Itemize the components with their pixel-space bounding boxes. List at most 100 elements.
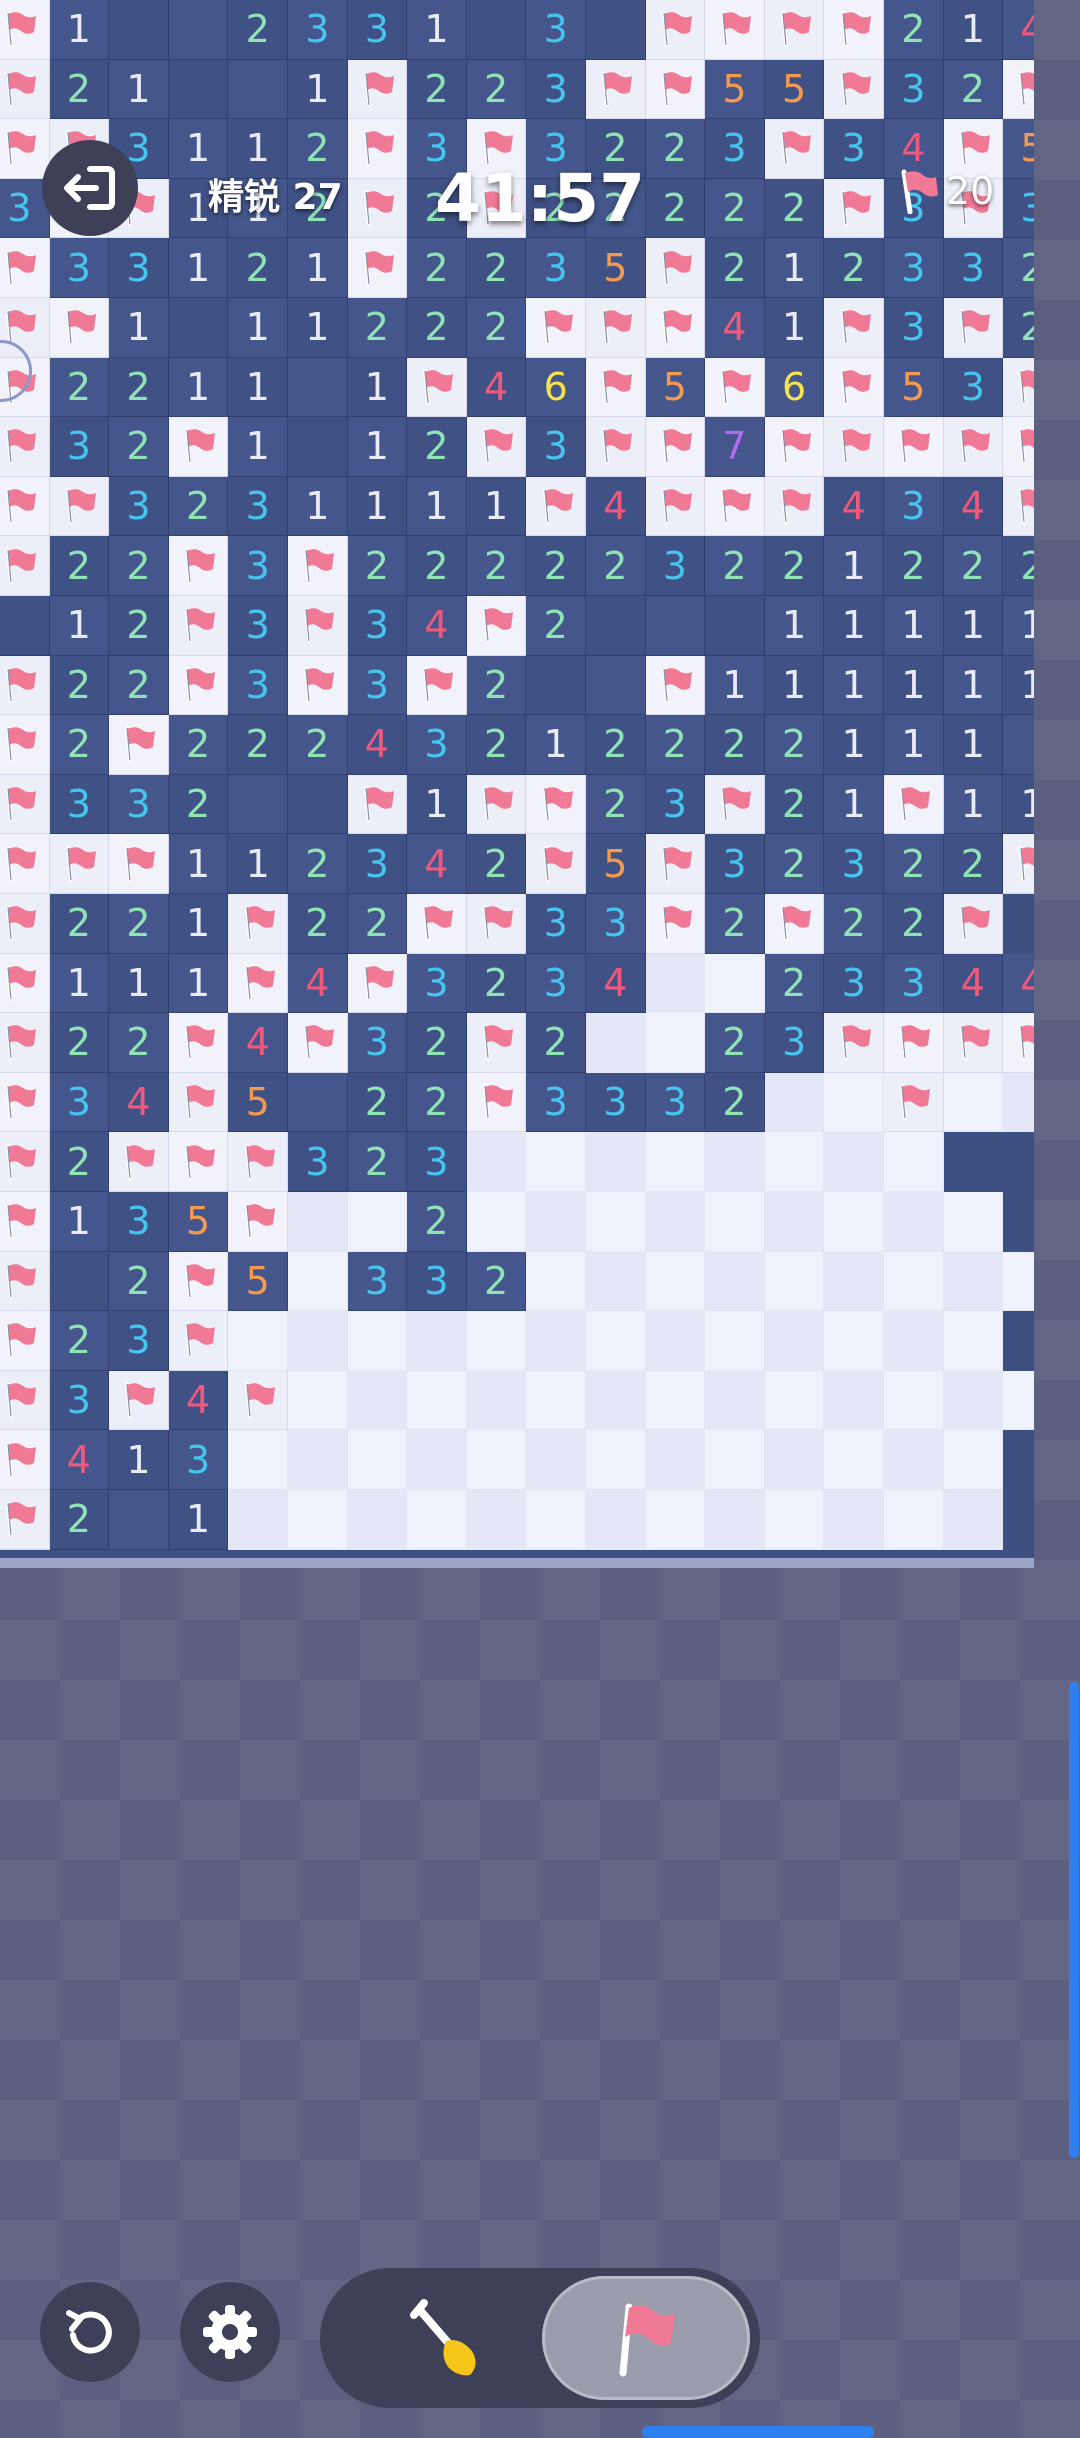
unrevealed-cell[interactable] (466, 1370, 527, 1431)
number-cell[interactable]: 2 (407, 536, 467, 596)
number-cell[interactable]: 2 (943, 536, 1004, 596)
empty-cell[interactable] (109, 0, 169, 60)
number-cell[interactable]: 4 (466, 357, 527, 418)
number-cell[interactable]: 5 (228, 1072, 288, 1133)
unrevealed-cell[interactable] (526, 1430, 586, 1490)
flagged-cell[interactable] (943, 298, 1004, 358)
number-cell[interactable]: 1 (526, 715, 586, 775)
flagged-cell[interactable] (705, 774, 765, 835)
number-cell[interactable]: 3 (347, 655, 408, 716)
flagged-cell[interactable] (1003, 1013, 1034, 1073)
number-cell[interactable]: 3 (347, 596, 408, 656)
number-cell[interactable]: 1 (943, 715, 1004, 775)
number-cell[interactable]: 2 (109, 596, 169, 656)
flagged-cell[interactable] (49, 834, 110, 894)
number-cell[interactable]: 1 (407, 774, 467, 835)
number-cell[interactable]: 3 (586, 894, 646, 954)
unrevealed-cell[interactable] (824, 1192, 884, 1252)
number-cell[interactable]: 1 (228, 357, 288, 418)
unrevealed-cell[interactable] (407, 1370, 467, 1431)
number-cell[interactable]: 2 (407, 238, 467, 298)
number-cell[interactable]: 4 (347, 715, 408, 775)
number-cell[interactable]: 2 (288, 894, 348, 954)
number-cell[interactable]: 3 (228, 655, 288, 716)
number-cell[interactable]: 3 (49, 774, 110, 835)
number-cell[interactable]: 2 (943, 834, 1004, 894)
unrevealed-cell[interactable] (705, 1370, 765, 1431)
number-cell[interactable]: 2 (49, 1013, 110, 1073)
unrevealed-cell[interactable] (824, 1132, 884, 1192)
flagged-cell[interactable] (824, 0, 884, 60)
number-cell[interactable]: 3 (347, 1013, 408, 1073)
number-cell[interactable]: 3 (168, 1430, 229, 1490)
empty-cell[interactable] (466, 0, 527, 60)
empty-cell[interactable] (228, 774, 288, 835)
unrevealed-cell[interactable] (645, 1132, 706, 1192)
number-cell[interactable]: 1 (1003, 596, 1034, 656)
number-cell[interactable]: 2 (466, 655, 527, 716)
empty-cell[interactable] (168, 59, 229, 120)
number-cell[interactable]: 4 (228, 1013, 288, 1073)
unrevealed-cell[interactable] (586, 1251, 646, 1312)
empty-cell[interactable] (288, 357, 348, 418)
number-cell[interactable]: 2 (347, 894, 408, 954)
flagged-cell[interactable] (228, 953, 288, 1014)
number-cell[interactable]: 1 (824, 715, 884, 775)
number-cell[interactable]: 2 (764, 774, 825, 835)
number-cell[interactable]: 2 (466, 59, 527, 120)
unrevealed-cell[interactable] (764, 1251, 825, 1312)
number-cell[interactable]: 2 (109, 417, 169, 477)
number-cell[interactable]: 2 (49, 715, 110, 775)
unrevealed-cell[interactable] (407, 1430, 467, 1490)
flagged-cell[interactable] (0, 417, 50, 477)
flagged-cell[interactable] (466, 1013, 527, 1073)
number-cell[interactable]: 2 (526, 596, 586, 656)
flagged-cell[interactable] (288, 536, 348, 596)
flagged-cell[interactable] (645, 238, 706, 298)
flagged-cell[interactable] (109, 1370, 169, 1431)
number-cell[interactable]: 1 (943, 655, 1004, 716)
number-cell[interactable]: 4 (705, 298, 765, 358)
flagged-cell[interactable] (0, 476, 50, 537)
number-cell[interactable]: 2 (347, 1132, 408, 1192)
flagged-cell[interactable] (168, 655, 229, 716)
flagged-cell[interactable] (168, 536, 229, 596)
number-cell[interactable]: 2 (109, 655, 169, 716)
number-cell[interactable]: 3 (705, 119, 765, 179)
empty-cell[interactable] (109, 1490, 169, 1550)
number-cell[interactable]: 1 (288, 59, 348, 120)
number-cell[interactable]: 1 (1003, 774, 1034, 835)
number-cell[interactable]: 7 (705, 417, 765, 477)
number-cell[interactable]: 1 (168, 894, 229, 954)
flagged-cell[interactable] (168, 417, 229, 477)
flagged-cell[interactable] (526, 774, 586, 835)
number-cell[interactable]: 2 (705, 1013, 765, 1073)
number-cell[interactable]: 2 (645, 715, 706, 775)
unrevealed-cell[interactable] (824, 1311, 884, 1371)
flagged-cell[interactable] (645, 298, 706, 358)
number-cell[interactable]: 3 (109, 476, 169, 537)
unrevealed-cell[interactable] (943, 1311, 1004, 1371)
flagged-cell[interactable] (466, 774, 527, 835)
flagged-cell[interactable] (526, 298, 586, 358)
unrevealed-cell[interactable] (466, 1192, 527, 1252)
flagged-cell[interactable] (288, 1013, 348, 1073)
flagged-cell[interactable] (49, 476, 110, 537)
number-cell[interactable]: 3 (49, 1370, 110, 1431)
number-cell[interactable]: 2 (764, 834, 825, 894)
flagged-cell[interactable] (526, 476, 586, 537)
number-cell[interactable]: 1 (228, 417, 288, 477)
unrevealed-cell[interactable] (347, 1370, 408, 1431)
unrevealed-cell[interactable] (586, 1370, 646, 1431)
number-cell[interactable]: 2 (824, 238, 884, 298)
flagged-cell[interactable] (0, 1072, 50, 1133)
number-cell[interactable]: 3 (109, 1192, 169, 1252)
number-cell[interactable]: 2 (1003, 238, 1034, 298)
unrevealed-cell[interactable] (347, 1430, 408, 1490)
dig-mode-button[interactable] (370, 2288, 520, 2388)
unrevealed-cell[interactable] (288, 1192, 348, 1252)
number-cell[interactable]: 1 (168, 238, 229, 298)
empty-cell[interactable] (645, 596, 706, 656)
number-cell[interactable]: 3 (645, 1072, 706, 1133)
unrevealed-cell[interactable] (705, 1251, 765, 1312)
